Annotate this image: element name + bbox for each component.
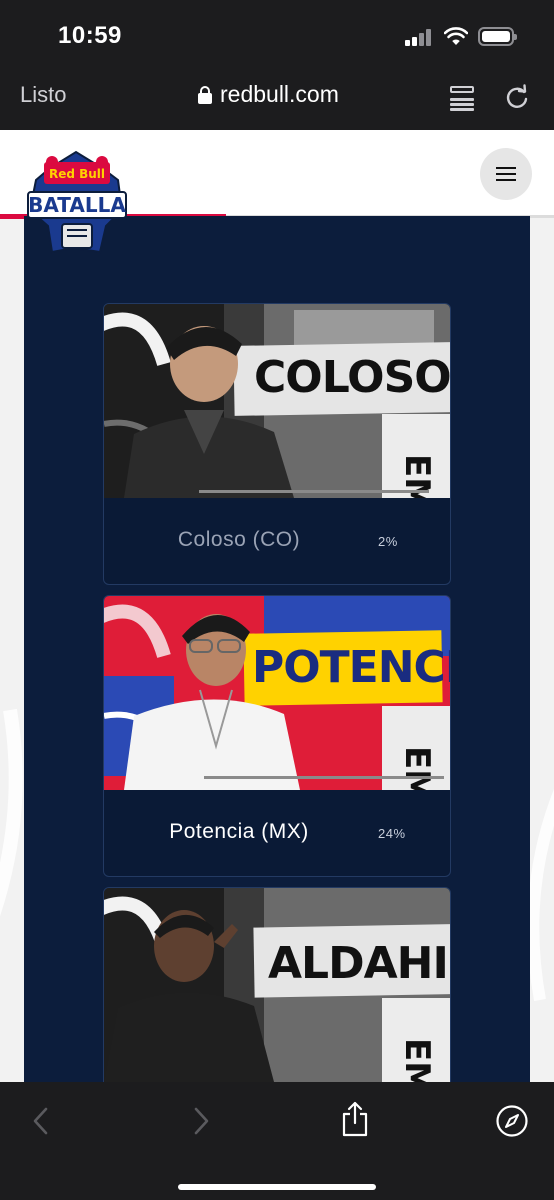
- chevron-left-icon[interactable]: [30, 1106, 52, 1136]
- browser-bottom-toolbar: [0, 1082, 554, 1200]
- hamburger-icon: [496, 167, 516, 169]
- card-caption: Coloso (CO) 2%: [104, 498, 450, 584]
- competitor-poster: EM ALDAHIR: [104, 888, 450, 1082]
- chevron-right-icon[interactable]: [190, 1106, 212, 1136]
- browser-toolbar: Listo redbull.com: [0, 68, 554, 130]
- lock-icon: [198, 85, 212, 104]
- red-bull-batalla-logo[interactable]: Red Bull BATALLA: [22, 148, 132, 254]
- competitor-card-aldahir[interactable]: EM ALDAHIR: [103, 887, 451, 1082]
- poster-name: ALDAHIR: [268, 938, 450, 989]
- status-bar: 10:59: [0, 0, 554, 68]
- address-bar[interactable]: redbull.com: [198, 81, 339, 108]
- status-time: 10:59: [58, 22, 122, 49]
- logo-text-top: Red Bull: [49, 167, 105, 181]
- web-page: Red Bull BATALLA EM COLOSO Coloso (CO) 2…: [0, 130, 554, 1082]
- done-button[interactable]: Listo: [20, 82, 66, 108]
- reload-icon[interactable]: [502, 82, 532, 112]
- competitor-poster: EM POTENCIA: [104, 596, 450, 790]
- vote-percent: 2%: [378, 534, 398, 549]
- competitor-card-coloso[interactable]: EM COLOSO Coloso (CO) 2%: [103, 303, 451, 585]
- home-indicator: [178, 1184, 376, 1190]
- competitor-name: Potencia (MX): [169, 820, 309, 843]
- poster-name: POTENCIA: [252, 642, 450, 693]
- reader-mode-icon[interactable]: [450, 84, 474, 112]
- vote-percent: 24%: [378, 826, 406, 841]
- cellular-signal-icon: [405, 28, 435, 46]
- competitor-card-potencia[interactable]: EM POTENCIA Potencia (MX) 24%: [103, 595, 451, 877]
- wifi-icon: [444, 27, 468, 45]
- menu-button[interactable]: [480, 148, 532, 200]
- poster-name: COLOSO: [254, 352, 451, 403]
- url-text: redbull.com: [220, 81, 339, 107]
- share-icon[interactable]: [340, 1100, 370, 1138]
- svg-text:EM: EM: [397, 1038, 437, 1082]
- battery-icon: [478, 27, 517, 46]
- svg-text:EM: EM: [397, 746, 437, 790]
- card-caption: Potencia (MX) 24%: [104, 790, 450, 876]
- competitor-name: Coloso (CO): [177, 528, 301, 551]
- logo-text-main: BATALLA: [28, 193, 126, 217]
- compass-icon[interactable]: [495, 1104, 529, 1138]
- competitor-poster: EM COLOSO: [104, 304, 451, 498]
